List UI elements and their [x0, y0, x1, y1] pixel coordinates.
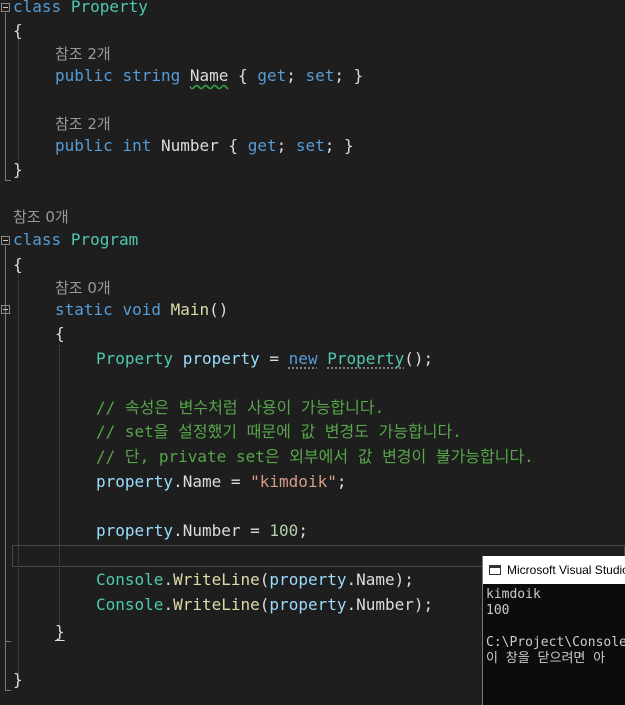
- keyword: get: [247, 136, 277, 155]
- method-name: WriteLine: [173, 570, 260, 589]
- type-name: Console: [96, 595, 164, 614]
- keyword: public: [55, 66, 113, 85]
- brace: {: [13, 255, 23, 274]
- brace: }: [13, 160, 23, 179]
- code-line: static void Main(): [55, 300, 229, 319]
- variable: property: [269, 570, 347, 589]
- outline-line: [5, 641, 11, 642]
- variable: property: [182, 349, 260, 368]
- code-line: public int Number { get; set; }: [55, 136, 354, 155]
- property-name: Name: [189, 66, 229, 85]
- class-name: Property: [70, 0, 148, 16]
- codelens-references[interactable]: 참조 0개: [55, 276, 111, 300]
- type-name: Console: [96, 570, 164, 589]
- outline-line: [5, 180, 11, 181]
- collapse-class-program-icon[interactable]: [1, 236, 10, 245]
- class-name: Program: [70, 230, 139, 249]
- code-line: }: [55, 620, 65, 644]
- code-line: property.Number = 100;: [96, 521, 308, 540]
- variable: property: [96, 472, 174, 491]
- keyword: public: [55, 136, 113, 155]
- outline-line: [5, 13, 6, 180]
- collapse-class-property-icon[interactable]: [1, 3, 10, 12]
- keyword: class: [13, 230, 62, 249]
- property-name: Name: [356, 570, 395, 589]
- collapse-main-icon[interactable]: [1, 305, 10, 314]
- console-line: ​: [486, 619, 625, 635]
- outline-line: [5, 315, 6, 641]
- console-line: 이 창을 닫으려면 아: [486, 651, 606, 666]
- code-line: property.Name = "kimdoik";: [96, 472, 347, 491]
- number-literal: 100: [269, 521, 299, 540]
- keyword: int: [122, 136, 152, 155]
- code-line: }: [13, 668, 23, 692]
- brace: {: [13, 21, 23, 40]
- code-line: class Property: [13, 0, 148, 19]
- method-name: Main: [170, 300, 210, 319]
- console-title: Microsoft Visual Studio: [507, 563, 625, 577]
- console-line: 100: [486, 603, 510, 618]
- brace: {: [55, 324, 65, 343]
- keyword: static: [55, 300, 113, 319]
- console-line: C:\Project\Console: [486, 635, 625, 650]
- keyword: void: [122, 300, 161, 319]
- console-title-bar[interactable]: Microsoft Visual Studio: [483, 556, 625, 584]
- brace: }: [55, 622, 65, 641]
- codelens-references[interactable]: 참조 2개: [55, 42, 111, 66]
- type-name: Property: [327, 349, 405, 368]
- property-name: Number: [182, 521, 241, 540]
- codelens-references[interactable]: 참조 0개: [13, 205, 69, 229]
- code-line: Property property = new Property();: [96, 349, 434, 368]
- indent-guide: [18, 270, 19, 675]
- code-line: public string Name { get; set; }: [55, 66, 364, 85]
- outline-line: [5, 690, 11, 691]
- type-name: Property: [96, 349, 174, 368]
- keyword: class: [13, 0, 62, 16]
- debug-console-window[interactable]: Microsoft Visual Studio kimdoik100​C:\Pr…: [482, 556, 625, 705]
- keyword: set: [305, 66, 335, 85]
- console-output: kimdoik100​C:\Project\Console이 창을 닫으려면 아: [483, 584, 625, 667]
- indent-guide: [59, 345, 60, 625]
- code-line: Console.WriteLine(property.Name);: [96, 570, 414, 589]
- console-app-icon: [489, 565, 501, 575]
- brace: }: [13, 670, 23, 689]
- variable: property: [269, 595, 347, 614]
- code-comment: // 속성은 변수처럼 사용이 가능합니다.: [96, 398, 385, 417]
- keyword: set: [295, 136, 325, 155]
- keyword: string: [122, 66, 181, 85]
- method-name: WriteLine: [173, 595, 260, 614]
- code-line: {: [55, 322, 65, 346]
- code-line: {: [13, 253, 23, 277]
- property-name: Number: [356, 595, 414, 614]
- codelens-references[interactable]: 참조 2개: [55, 112, 111, 136]
- property-name: Name: [182, 472, 222, 491]
- code-comment: // set을 설정했기 때문에 값 변경도 가능합니다.: [96, 422, 462, 441]
- code-line: class Program: [13, 228, 138, 252]
- indent-guide: [18, 33, 19, 168]
- code-comment: // 단, private set은 외부에서 값 변경이 불가능합니다.: [96, 447, 534, 466]
- keyword: new: [288, 349, 318, 368]
- console-line: kimdoik: [486, 587, 541, 602]
- code-line: }: [13, 158, 23, 182]
- property-name: Number: [160, 136, 219, 155]
- keyword: get: [257, 66, 287, 85]
- code-line: {: [13, 19, 23, 43]
- string-literal: "kimdoik": [250, 472, 337, 491]
- code-line: Console.WriteLine(property.Number);: [96, 595, 434, 614]
- variable: property: [96, 521, 174, 540]
